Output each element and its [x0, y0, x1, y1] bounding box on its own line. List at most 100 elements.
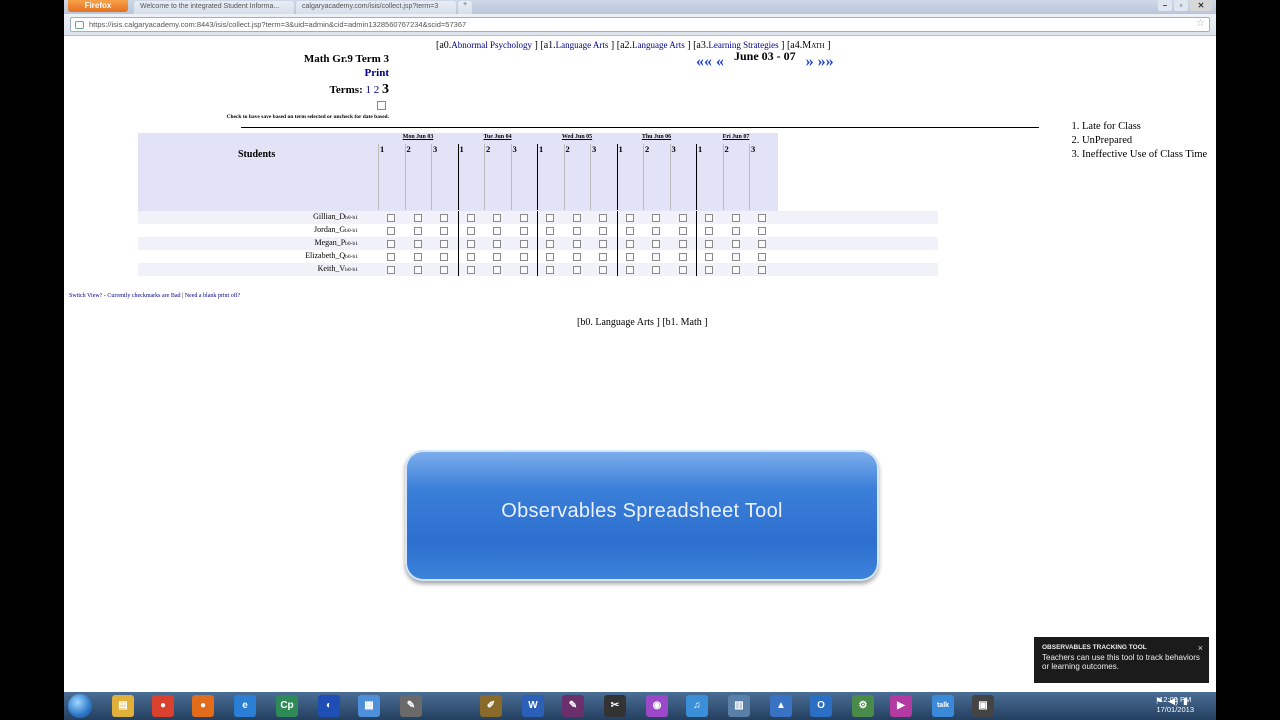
paint-icon[interactable]: ▲ [770, 695, 792, 717]
chrome-icon[interactable]: ● [152, 695, 174, 717]
close-button[interactable]: ✕ [1190, 0, 1212, 11]
observable-checkbox[interactable] [705, 227, 713, 235]
explorer-icon[interactable]: ▤ [112, 695, 134, 717]
observable-checkbox[interactable] [493, 214, 501, 222]
observable-checkbox[interactable] [546, 240, 554, 248]
print-link[interactable]: Print [365, 67, 389, 79]
observable-checkbox[interactable] [678, 253, 687, 261]
observable-checkbox[interactable] [731, 214, 740, 222]
observable-checkbox[interactable] [599, 214, 607, 222]
course-link-b0[interactable]: Language Arts [595, 317, 654, 328]
url-bar[interactable]: https://isis.calgaryacademy.com:8443/isi… [70, 17, 1210, 32]
word-icon[interactable]: W [522, 695, 544, 717]
term-2-link[interactable]: 2 [374, 84, 380, 96]
observable-checkbox[interactable] [572, 253, 581, 261]
itunes-icon[interactable]: ♫ [686, 695, 708, 717]
calculator-icon[interactable]: ▥ [728, 695, 750, 717]
observable-checkbox[interactable] [493, 266, 501, 274]
observable-checkbox[interactable] [413, 266, 422, 274]
observable-checkbox[interactable] [440, 240, 448, 248]
tab-student-info[interactable]: Welcome to the integrated Student Inform… [134, 1, 294, 14]
observable-checkbox[interactable] [758, 253, 766, 261]
media-icon[interactable]: ▶ [890, 695, 912, 717]
term-1-link[interactable]: 1 [366, 84, 372, 96]
tools-icon[interactable]: ✐ [480, 695, 502, 717]
observable-checkbox[interactable] [625, 240, 634, 248]
prev-week-button[interactable]: « [716, 53, 724, 70]
observable-checkbox[interactable] [731, 253, 740, 261]
observable-checkbox[interactable] [652, 227, 660, 235]
observable-checkbox[interactable] [466, 227, 475, 235]
notepad-icon[interactable]: ▦ [358, 695, 380, 717]
observable-checkbox[interactable] [493, 227, 501, 235]
next-far-button[interactable]: »» [818, 53, 834, 70]
prev-far-button[interactable]: «« [696, 53, 716, 70]
observable-checkbox[interactable] [572, 214, 581, 222]
observable-checkbox[interactable] [546, 227, 554, 235]
observable-checkbox[interactable] [387, 214, 395, 222]
observable-checkbox[interactable] [678, 266, 687, 274]
gtalk-icon[interactable]: talk [932, 695, 954, 717]
observable-checkbox[interactable] [625, 266, 634, 274]
observable-checkbox[interactable] [599, 227, 607, 235]
observable-checkbox[interactable] [599, 266, 607, 274]
observable-checkbox[interactable] [493, 253, 501, 261]
firefox-menu-button[interactable]: Firefox [68, 0, 128, 12]
snip-icon[interactable]: ✂ [604, 695, 626, 717]
observable-checkbox[interactable] [413, 227, 422, 235]
observable-checkbox[interactable] [652, 214, 660, 222]
observable-checkbox[interactable] [705, 214, 713, 222]
draw-icon[interactable]: ✎ [562, 695, 584, 717]
observable-checkbox[interactable] [758, 240, 766, 248]
observable-checkbox[interactable] [466, 253, 475, 261]
observable-checkbox[interactable] [705, 266, 713, 274]
network-icon[interactable]: ⚙ [852, 695, 874, 717]
observable-checkbox[interactable] [705, 253, 713, 261]
observable-checkbox[interactable] [546, 266, 554, 274]
observable-checkbox[interactable] [519, 240, 528, 248]
screen-capture-icon[interactable]: ▣ [972, 695, 994, 717]
observable-checkbox[interactable] [519, 214, 528, 222]
observable-checkbox[interactable] [652, 266, 660, 274]
ie-icon[interactable]: e [234, 695, 256, 717]
observable-checkbox[interactable] [413, 240, 422, 248]
observable-checkbox[interactable] [466, 214, 475, 222]
bookmark-star-icon[interactable]: ☆ [1196, 18, 1205, 29]
observable-checkbox[interactable] [387, 253, 395, 261]
outlook-icon[interactable]: O [810, 695, 832, 717]
observable-checkbox[interactable] [731, 227, 740, 235]
observable-checkbox[interactable] [440, 253, 448, 261]
observable-checkbox[interactable] [705, 240, 713, 248]
minimize-button[interactable]: – [1158, 0, 1172, 11]
observable-checkbox[interactable] [440, 227, 448, 235]
tab-collect[interactable]: calgaryacademy.com/isis/collect.jsp?term… [296, 1, 456, 14]
observable-checkbox[interactable] [625, 214, 634, 222]
observable-checkbox[interactable] [758, 227, 766, 235]
observable-checkbox[interactable] [387, 240, 395, 248]
observable-checkbox[interactable] [546, 253, 554, 261]
term-based-save-checkbox[interactable] [377, 101, 386, 110]
switch-view-link[interactable]: Switch View? - Currently checkmarks are … [69, 293, 181, 299]
picasa-icon[interactable]: ◉ [646, 695, 668, 717]
observable-checkbox[interactable] [572, 227, 581, 235]
clock[interactable]: 12:09 PM 17/01/2013 [1156, 695, 1194, 715]
observable-checkbox[interactable] [466, 240, 475, 248]
observable-checkbox[interactable] [387, 227, 395, 235]
observable-checkbox[interactable] [731, 266, 740, 274]
course-link-a1[interactable]: Language Arts [556, 40, 609, 50]
course-link-b1[interactable]: Math [681, 317, 702, 328]
blank-print-link[interactable]: Need a blank print off? [185, 293, 241, 299]
observable-checkbox[interactable] [678, 240, 687, 248]
observable-checkbox[interactable] [440, 266, 448, 274]
observable-checkbox[interactable] [678, 214, 687, 222]
observable-checkbox[interactable] [652, 253, 660, 261]
observable-checkbox[interactable] [413, 214, 422, 222]
observable-checkbox[interactable] [758, 266, 766, 274]
observable-checkbox[interactable] [387, 266, 395, 274]
observable-checkbox[interactable] [519, 253, 528, 261]
observable-checkbox[interactable] [519, 266, 528, 274]
maximize-button[interactable]: ▫ [1174, 0, 1188, 11]
observable-checkbox[interactable] [652, 240, 660, 248]
observable-checkbox[interactable] [599, 253, 607, 261]
observable-checkbox[interactable] [493, 240, 501, 248]
